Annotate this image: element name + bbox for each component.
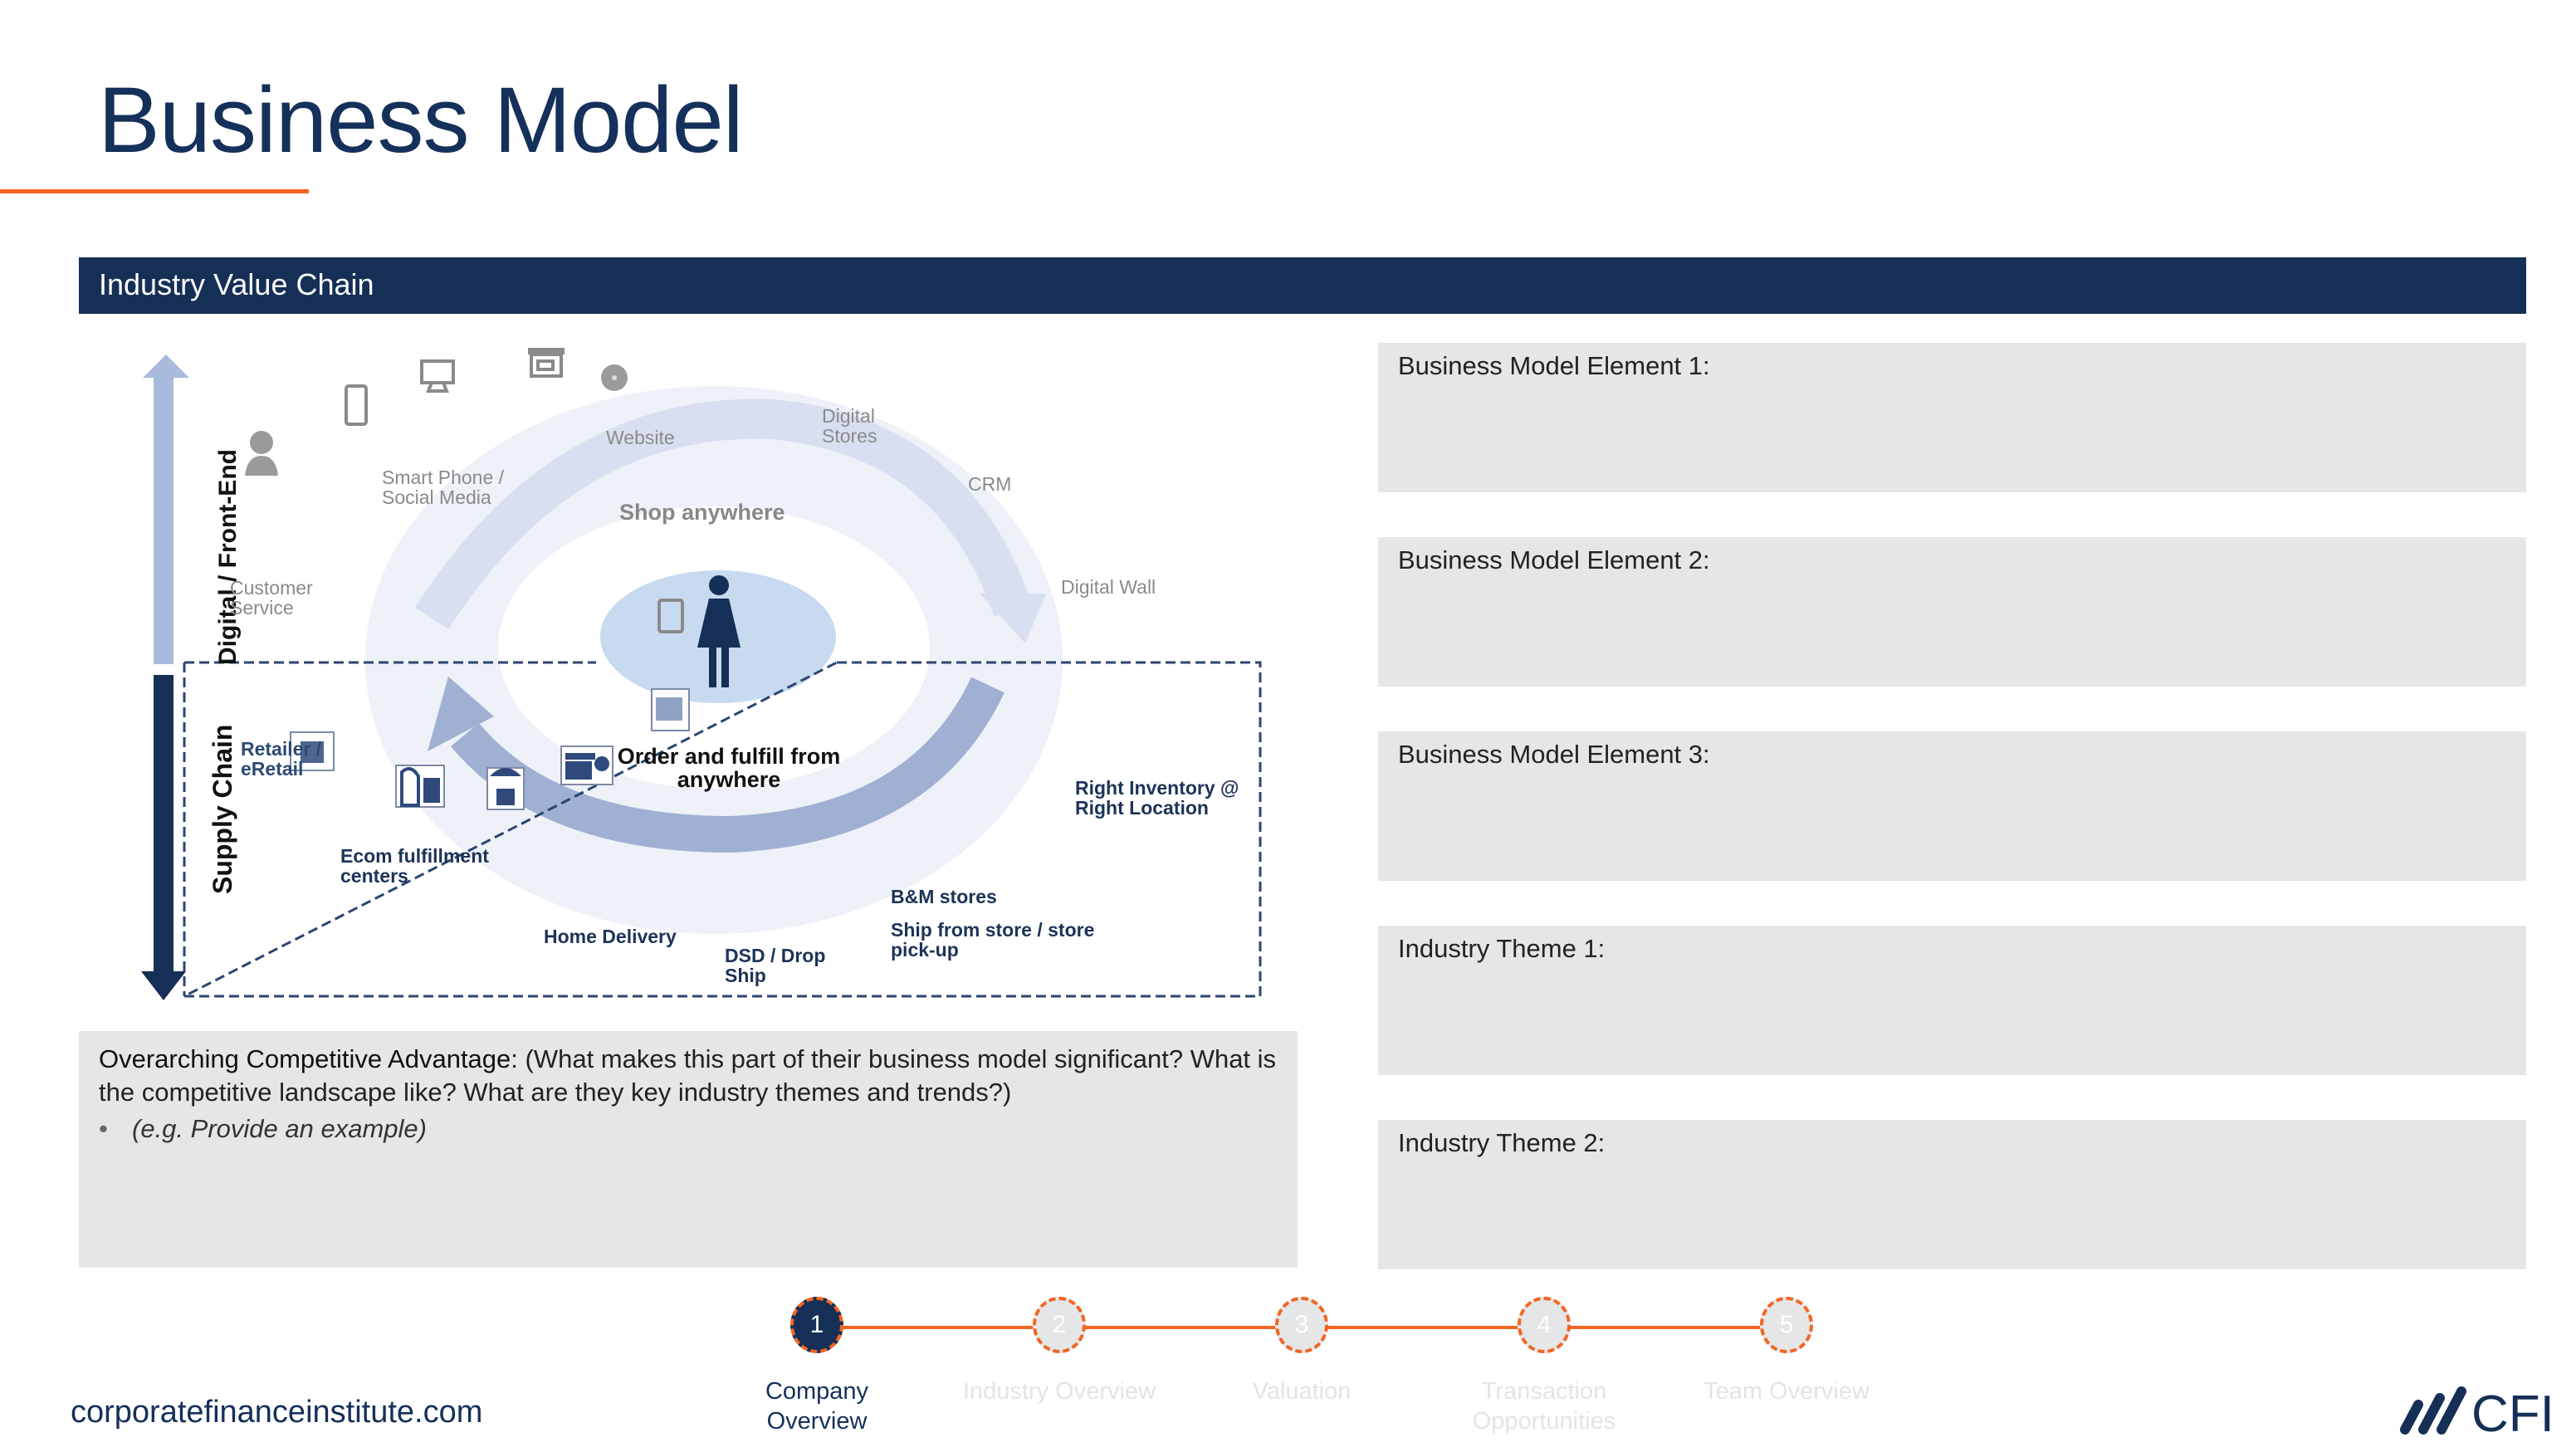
- axis-label-supply-chain: Supply Chain: [208, 724, 237, 894]
- front-end-item-crm: CRM: [968, 473, 1012, 495]
- step-3-label[interactable]: Valuation: [1202, 1376, 1401, 1406]
- supply-item-home-delivery: Home Delivery: [544, 926, 677, 947]
- bullet-text: (e.g. Provide an example): [132, 1114, 427, 1143]
- step-5-label[interactable]: Team Overview: [1687, 1376, 1886, 1406]
- supply-item-dsd-drop-ship: DSD / Drop Ship: [725, 945, 826, 987]
- cfi-logo: CFI: [2395, 1378, 2561, 1443]
- industry-theme-2-box[interactable]: Industry Theme 2:: [1378, 1120, 2526, 1269]
- supply-item-right-inventory: Right Inventory @ Right Location: [1075, 777, 1239, 819]
- step-4-circle[interactable]: 4: [1518, 1297, 1571, 1353]
- front-end-item-website: Website: [606, 427, 675, 448]
- competitive-advantage-lead: Overarching Competitive Advantage:: [99, 1044, 518, 1073]
- step-3-circle[interactable]: 3: [1275, 1297, 1328, 1353]
- supply-item-bm-stores: B&M stores: [891, 886, 997, 907]
- business-model-element-1-box[interactable]: Business Model Element 1:: [1378, 343, 2526, 492]
- front-end-item-digital-stores: Digital Stores: [822, 405, 877, 447]
- industry-value-chain-diagram: Digital / Front-End Supply Chain Shop an…: [116, 345, 1278, 1009]
- section-header-bar: Industry Value Chain: [79, 257, 2526, 314]
- business-model-element-3-box[interactable]: Business Model Element 3:: [1378, 731, 2526, 881]
- competitive-advantage-bullet: • (e.g. Provide an example): [99, 1114, 427, 1144]
- competitive-advantage-text: Overarching Competitive Advantage: (What…: [99, 1043, 1278, 1109]
- page-title: Business Model: [98, 68, 744, 172]
- step-1-circle[interactable]: 1: [790, 1297, 843, 1353]
- front-end-arrow-shaft: [154, 374, 174, 664]
- customer-service-headset-icon: [245, 431, 278, 476]
- loop-label-order-fulfill: Order and fulfill from anywhere: [617, 744, 841, 793]
- step-2-label[interactable]: Industry Overview: [960, 1376, 1159, 1406]
- step-2-circle[interactable]: 2: [1033, 1297, 1086, 1353]
- front-end-item-smartphone: Smart Phone / Social Media: [382, 467, 505, 509]
- cfi-logo-mark-icon: CFI: [2400, 1386, 2554, 1443]
- box-label: Business Model Element 2:: [1398, 545, 1710, 574]
- box-label: Business Model Element 3:: [1398, 740, 1710, 769]
- supply-item-retailer: Retailer / eRetail: [241, 738, 322, 780]
- cfi-logo-text: CFI: [2471, 1386, 2554, 1440]
- supply-item-ecom-fulfillment: Ecom fulfillment centers: [340, 845, 489, 887]
- title-underline: [0, 189, 309, 193]
- business-model-element-2-box[interactable]: Business Model Element 2:: [1378, 537, 2526, 687]
- supply-chain-arrow-head: [141, 971, 186, 1000]
- step-5-circle[interactable]: 5: [1760, 1297, 1813, 1353]
- section-stepper: 1 2 3 4 5 Company Overview Industry Over…: [747, 1295, 1909, 1436]
- supply-chain-arrow-shaft: [154, 675, 174, 975]
- box-label: Industry Theme 2:: [1398, 1128, 1606, 1157]
- smartphone-icon: [345, 384, 368, 426]
- box-label: Industry Theme 1:: [1398, 934, 1606, 963]
- box-label: Business Model Element 1:: [1398, 351, 1710, 380]
- loop-label-shop-anywhere: Shop anywhere: [619, 500, 785, 525]
- competitive-advantage-box: Overarching Competitive Advantage: (What…: [79, 1031, 1298, 1268]
- front-end-item-customer-service: Customer Service: [230, 577, 313, 619]
- footer-website-link[interactable]: corporatefinanceinstitute.com: [71, 1395, 482, 1430]
- axis-label-front-end: Digital / Front-End: [214, 449, 242, 665]
- step-1-label[interactable]: Company Overview: [717, 1376, 917, 1436]
- industry-theme-1-box[interactable]: Industry Theme 1:: [1378, 926, 2526, 1075]
- value-chain-graphic: [116, 345, 1278, 1000]
- step-4-label[interactable]: Transaction Opportunities: [1444, 1376, 1644, 1436]
- front-end-item-digital-wall: Digital Wall: [1061, 576, 1156, 598]
- supply-item-ship-from-store: Ship from store / store pick-up: [891, 919, 1095, 961]
- section-header-title: Industry Value Chain: [99, 267, 374, 301]
- bullet-icon: •: [99, 1114, 108, 1143]
